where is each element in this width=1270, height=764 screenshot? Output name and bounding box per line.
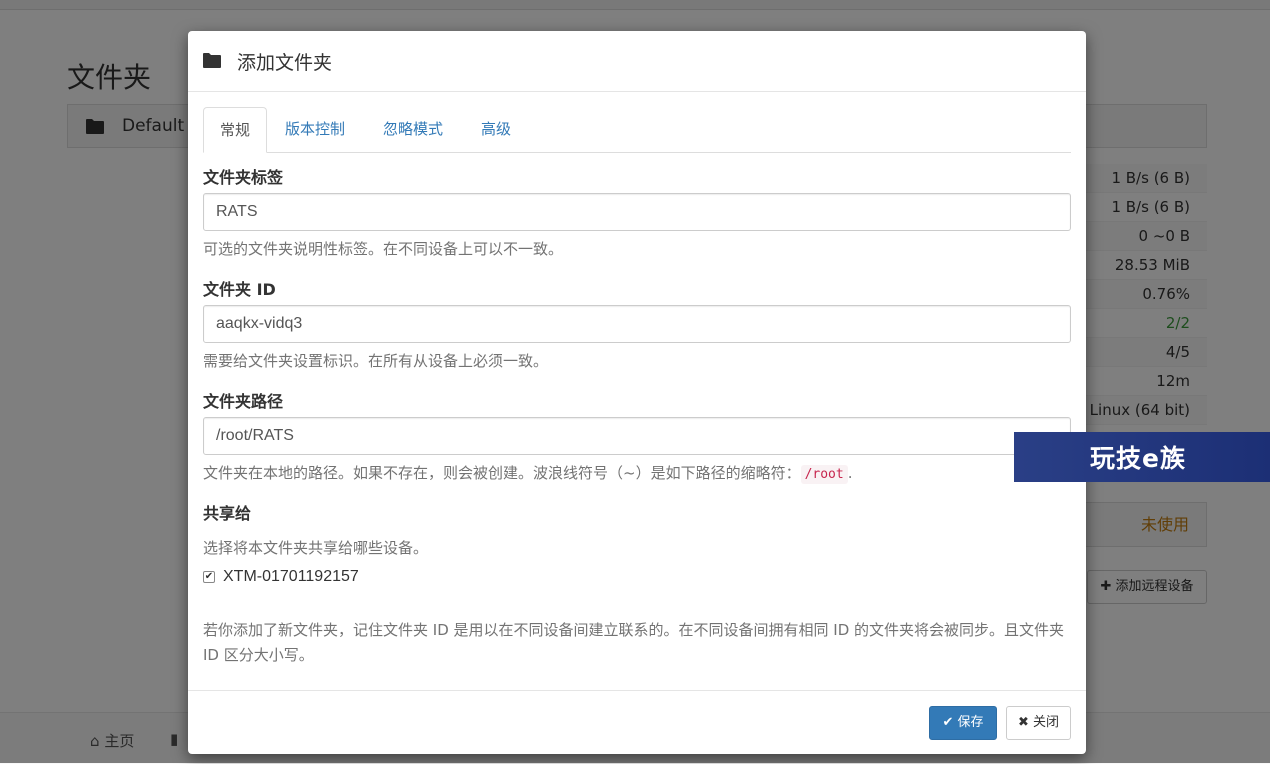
folder-path-help: 文件夹在本地的路径。如果不存在，则会被创建。波浪线符号（~）是如下路径的缩略符：… — [203, 462, 853, 484]
save-button[interactable]: ✔ 保存 — [929, 706, 997, 740]
tab-bar: 常规 版本控制 忽略模式 高级 — [203, 107, 1071, 153]
share-device-checkbox[interactable]: ✔ — [203, 571, 215, 583]
share-help: 选择将本文件夹共享给哪些设备。 — [203, 539, 429, 557]
folder-label-heading: 文件夹标签 — [203, 168, 284, 187]
save-label: 保存 — [957, 715, 984, 730]
close-icon: ✖ — [1017, 715, 1029, 730]
folder-icon — [203, 52, 221, 72]
close-button[interactable]: ✖ 关闭 — [1006, 706, 1071, 740]
watermark-text: 玩技e族 — [1090, 444, 1186, 473]
dialog-footer: ✔ 保存 ✖ 关闭 — [188, 690, 1086, 755]
share-device-label[interactable]: XTM-01701192157 — [223, 568, 359, 586]
home-path-code: /root — [800, 465, 848, 484]
share-heading: 共享给 — [203, 504, 252, 523]
tab-general[interactable]: 常规 — [203, 107, 267, 153]
folder-label-input[interactable] — [203, 193, 1071, 231]
folder-id-heading: 文件夹 ID — [203, 280, 276, 299]
dialog-title: 添加文件夹 — [237, 52, 333, 74]
dialog-header: 添加文件夹 — [188, 31, 1086, 92]
check-icon: ✔ — [942, 715, 954, 730]
folder-path-input[interactable] — [203, 417, 1071, 455]
folder-path-heading: 文件夹路径 — [203, 392, 284, 411]
watermark-logo: 玩技e族 — [1014, 432, 1270, 482]
folder-path-help-end: . — [847, 464, 853, 482]
folder-label-help: 可选的文件夹说明性标签。在不同设备上可以不一致。 — [203, 240, 564, 258]
folder-path-help-text: 文件夹在本地的路径。如果不存在，则会被创建。波浪线符号（~）是如下路径的缩略符： — [203, 464, 801, 482]
folder-id-note: 若你添加了新文件夹，记住文件夹 ID 是用以在不同设备间建立联系的。在不同设备间… — [203, 621, 1065, 664]
folder-id-input[interactable] — [203, 305, 1071, 343]
tab-versioning[interactable]: 版本控制 — [269, 107, 361, 152]
folder-id-help: 需要给文件夹设置标识。在所有从设备上必须一致。 — [203, 352, 549, 370]
tab-advanced[interactable]: 高级 — [465, 107, 527, 152]
add-folder-dialog: 添加文件夹 常规 版本控制 忽略模式 高级 文件夹标签 可选的文件夹说明性标签。… — [188, 31, 1086, 754]
tab-ignore-patterns[interactable]: 忽略模式 — [367, 107, 459, 152]
close-label: 关闭 — [1033, 715, 1060, 730]
